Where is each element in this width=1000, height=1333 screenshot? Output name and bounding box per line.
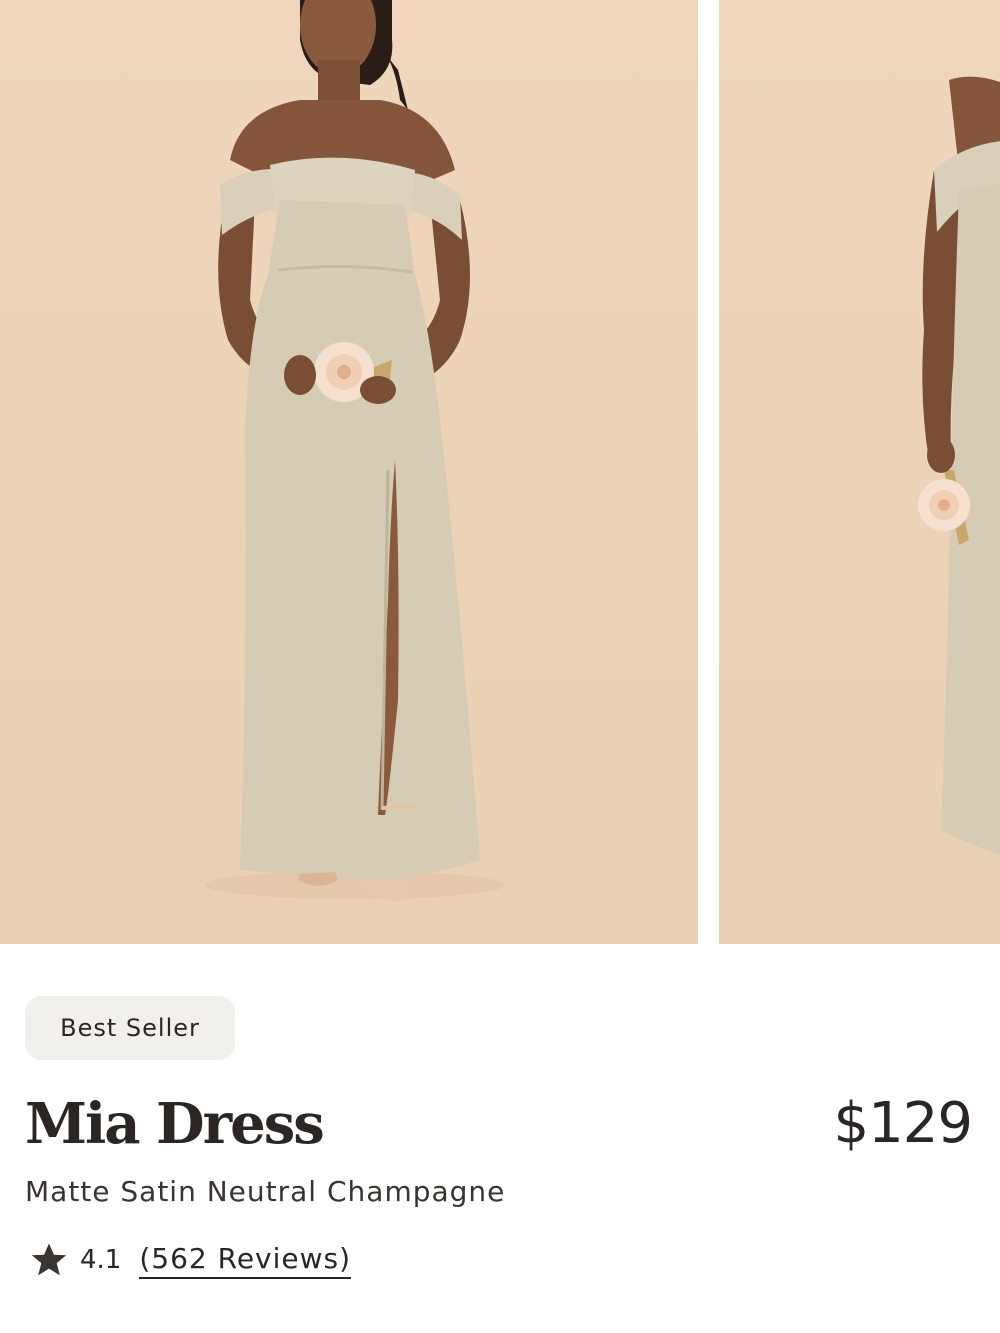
product-photo-front[interactable] bbox=[0, 0, 698, 944]
product-image-gallery[interactable] bbox=[0, 0, 1000, 944]
best-seller-badge: Best Seller bbox=[25, 996, 235, 1060]
product-rating: 4.1 (562 Reviews) bbox=[28, 1236, 352, 1284]
product-photo-side[interactable] bbox=[719, 0, 1000, 944]
product-variant: Matte Satin Neutral Champagne bbox=[25, 1175, 506, 1208]
star-icon bbox=[28, 1239, 70, 1281]
product-title: Mia Dress bbox=[25, 1091, 325, 1157]
product-price: $129 bbox=[833, 1091, 973, 1156]
dress-illustration-side bbox=[918, 76, 1000, 855]
rating-value: 4.1 bbox=[80, 1245, 122, 1275]
dress-illustration-front bbox=[205, 0, 505, 902]
reviews-link[interactable]: (562 Reviews) bbox=[139, 1242, 352, 1279]
